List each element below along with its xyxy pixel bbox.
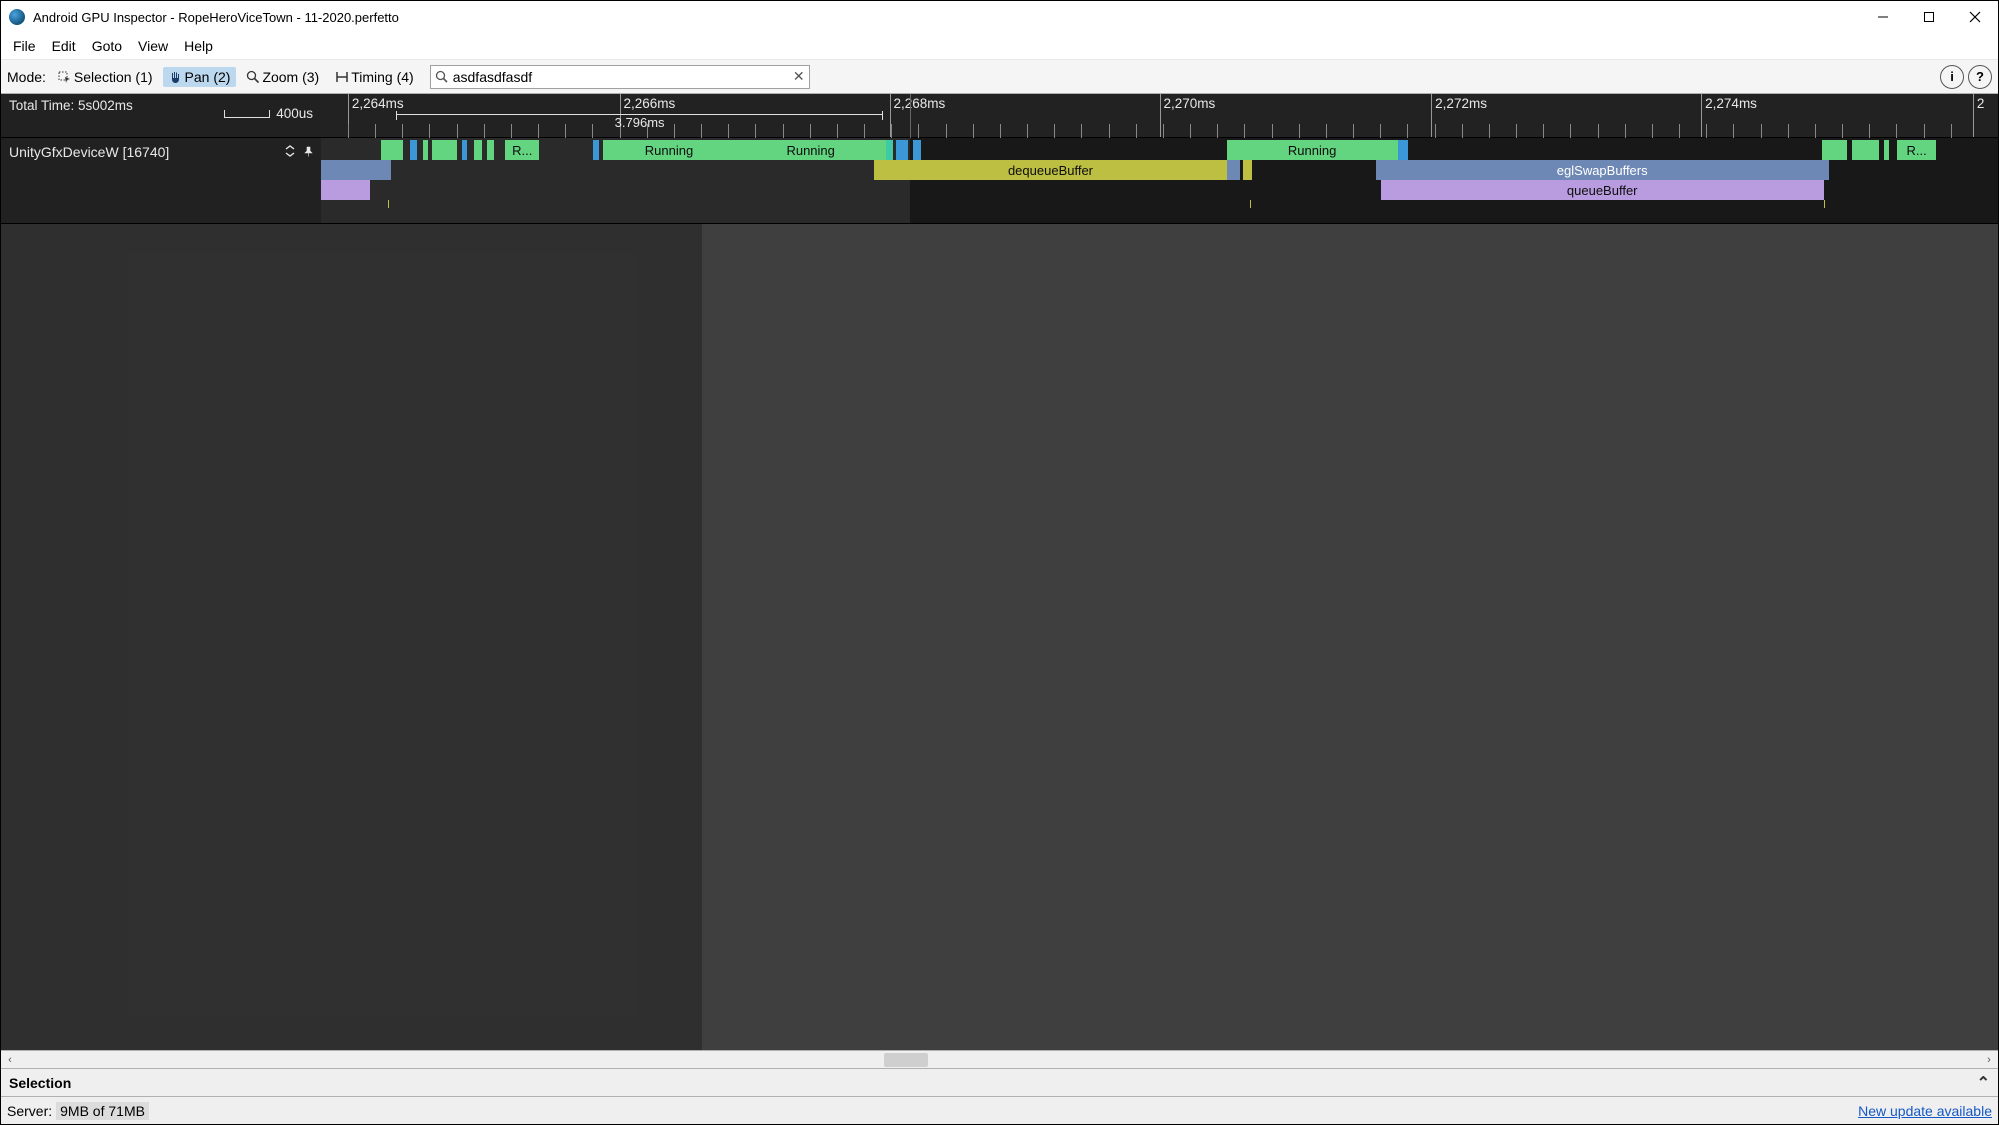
ruler-row: Total Time: 5s002ms 400us 2,264ms2,266ms… [1, 94, 1998, 138]
slice[interactable]: Running [603, 140, 735, 160]
chevron-up-icon[interactable]: ⌃ [1977, 1073, 1990, 1093]
mode-selection-label: Selection (1) [74, 69, 153, 85]
app-icon [9, 9, 25, 25]
toolbar: Mode: Selection (1) Pan (2) Zoom (3) Tim… [1, 60, 1998, 94]
slice[interactable] [487, 140, 494, 160]
ruler-tick: 2 [1973, 94, 1985, 137]
slice[interactable] [1852, 140, 1879, 160]
maximize-button[interactable] [1906, 1, 1952, 33]
pan-icon [169, 70, 183, 84]
menubar: File Edit Goto View Help [1, 33, 1998, 60]
menu-file[interactable]: File [5, 35, 44, 57]
timing-icon [335, 70, 349, 84]
scale-label: 400us [276, 106, 313, 121]
mode-selection-button[interactable]: Selection (1) [52, 67, 159, 87]
help-icon[interactable]: ? [1968, 65, 1992, 89]
track-lane[interactable]: R...RunningRunningRunningR...dequeueBuff… [321, 138, 1998, 223]
mode-pan-button[interactable]: Pan (2) [163, 67, 237, 87]
slice[interactable]: Running [1227, 140, 1398, 160]
slice[interactable] [321, 160, 391, 180]
scroll-right-button[interactable]: › [1980, 1051, 1998, 1069]
slice[interactable] [1398, 140, 1408, 160]
window-title: Android GPU Inspector - RopeHeroViceTown… [33, 10, 1860, 25]
slice[interactable]: R... [1897, 140, 1936, 160]
menu-view[interactable]: View [130, 35, 176, 57]
track-row: UnityGfxDeviceW [16740] R...RunningRunni… [1, 138, 1998, 224]
scale-indicator: 400us [224, 106, 313, 121]
server-label: Server: [7, 1103, 52, 1119]
search-clear-button[interactable]: ✕ [789, 66, 809, 88]
timeline-empty-area[interactable] [1, 224, 1998, 1050]
mode-timing-label: Timing (4) [351, 69, 414, 85]
titlebar: Android GPU Inspector - RopeHeroViceTown… [1, 1, 1998, 33]
slice[interactable] [321, 180, 370, 200]
slice[interactable] [913, 140, 921, 160]
close-button[interactable] [1952, 1, 1998, 33]
slice[interactable] [423, 140, 428, 160]
collapse-icon[interactable] [283, 144, 297, 158]
slice[interactable]: eglSwapBuffers [1376, 160, 1829, 180]
timeline-area[interactable]: Total Time: 5s002ms 400us 2,264ms2,266ms… [1, 94, 1998, 1050]
slice[interactable] [381, 140, 403, 160]
ruler-left: Total Time: 5s002ms 400us [1, 94, 321, 137]
slice[interactable] [432, 140, 457, 160]
slice[interactable] [896, 140, 908, 160]
zoom-icon [246, 70, 260, 84]
ruler-tick: 2,270ms [1160, 94, 1216, 137]
search-input[interactable] [449, 69, 789, 85]
mode-timing-button[interactable]: Timing (4) [329, 67, 420, 87]
time-ruler[interactable]: 2,264ms2,266ms2,268ms2,270ms2,272ms2,274… [321, 94, 1998, 137]
slice[interactable] [886, 140, 893, 160]
memory-usage: 9MB of 71MB [56, 1102, 149, 1120]
search-box[interactable]: ✕ [430, 65, 810, 89]
slice[interactable] [474, 140, 482, 160]
selection-overlay [1, 224, 702, 1050]
window-controls [1860, 1, 1998, 33]
track-name: UnityGfxDeviceW [16740] [9, 144, 169, 160]
mode-zoom-label: Zoom (3) [262, 69, 319, 85]
minimize-button[interactable] [1860, 1, 1906, 33]
ruler-tick: 2,274ms [1701, 94, 1757, 137]
track-header[interactable]: UnityGfxDeviceW [16740] [1, 138, 321, 223]
slice[interactable] [410, 140, 417, 160]
slice[interactable] [1243, 160, 1251, 180]
slice[interactable]: R... [505, 140, 539, 160]
scroll-left-button[interactable]: ‹ [1, 1051, 19, 1069]
mode-zoom-button[interactable]: Zoom (3) [240, 67, 325, 87]
slice[interactable]: dequeueBuffer [874, 160, 1226, 180]
scroll-thumb[interactable] [884, 1053, 928, 1067]
slice[interactable]: queueBuffer [1381, 180, 1824, 200]
menu-help[interactable]: Help [176, 35, 221, 57]
slice[interactable] [1227, 160, 1240, 180]
info-icon[interactable]: i [1940, 65, 1964, 89]
menu-goto[interactable]: Goto [84, 35, 130, 57]
statusbar: Server: 9MB of 71MB New update available [1, 1096, 1998, 1124]
pin-icon[interactable] [301, 144, 315, 158]
update-link[interactable]: New update available [1858, 1103, 1992, 1119]
slice[interactable] [1884, 140, 1889, 160]
ruler-tick: 2,272ms [1431, 94, 1487, 137]
selection-panel[interactable]: Selection ⌃ [1, 1068, 1998, 1096]
slice[interactable] [593, 140, 600, 160]
slice[interactable]: Running [735, 140, 886, 160]
slice[interactable] [1822, 140, 1847, 160]
mode-label: Mode: [7, 69, 46, 85]
search-icon [435, 70, 449, 84]
selection-icon [58, 70, 72, 84]
mode-pan-label: Pan (2) [185, 69, 231, 85]
selection-panel-title: Selection [9, 1075, 71, 1091]
horizontal-scrollbar[interactable]: ‹ › [1, 1050, 1998, 1068]
total-time-label: Total Time: 5s002ms [9, 98, 133, 113]
zoom-range-indicator: 3.796ms [396, 114, 882, 132]
menu-edit[interactable]: Edit [44, 35, 84, 57]
slice[interactable] [462, 140, 467, 160]
